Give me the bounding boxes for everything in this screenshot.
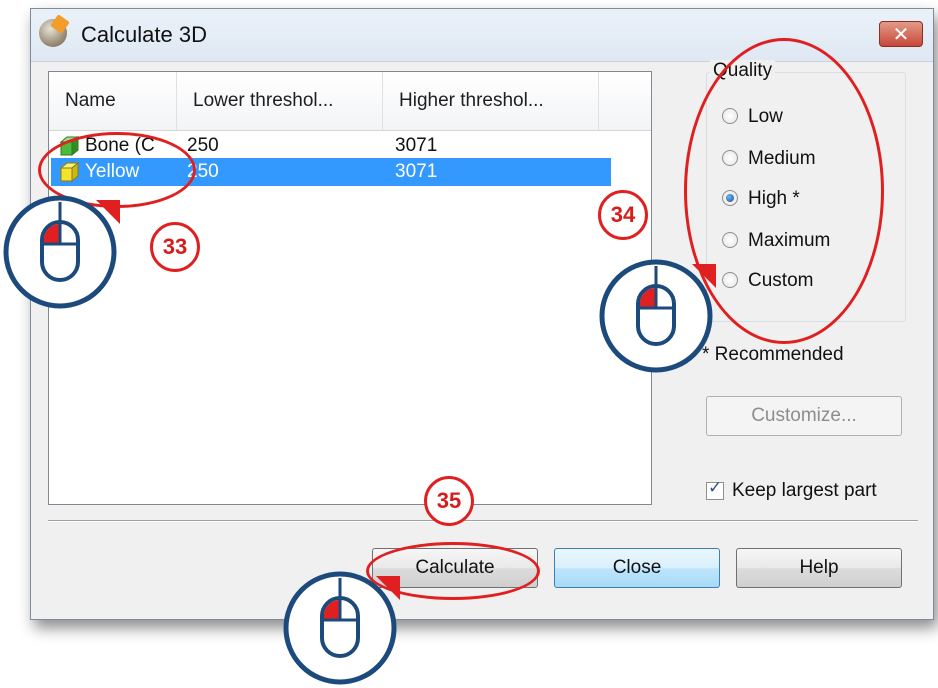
customize-button[interactable]: Customize... [706,396,902,436]
column-header-lower-threshold[interactable]: Lower threshol... [177,72,383,130]
list-item-higher: 3071 [395,135,438,156]
close-icon[interactable]: ✕ [879,21,923,47]
column-header-higher-threshold[interactable]: Higher threshol... [383,72,599,130]
list-item-higher: 3071 [395,161,438,182]
list-item-lower: 250 [187,135,219,156]
step-badge-33: 33 [150,222,200,272]
column-header-name[interactable]: Name [49,72,177,130]
recommended-note: * Recommended [702,344,844,365]
list-header: Name Lower threshol... Higher threshol..… [49,72,651,131]
separator [48,520,918,522]
mouse-click-icon [283,571,400,685]
app-icon [39,19,67,47]
dialog-title: Calculate 3D [81,22,207,47]
keep-largest-part-label: Keep largest part [732,480,877,501]
keep-largest-part-checkbox[interactable] [706,478,724,500]
step-badge-35: 35 [424,476,474,526]
mouse-click-icon [3,195,120,309]
help-button[interactable]: Help [736,548,902,588]
step-badge-34: 34 [598,190,648,240]
close-button[interactable]: Close [554,548,720,588]
mouse-click-icon [599,259,716,373]
